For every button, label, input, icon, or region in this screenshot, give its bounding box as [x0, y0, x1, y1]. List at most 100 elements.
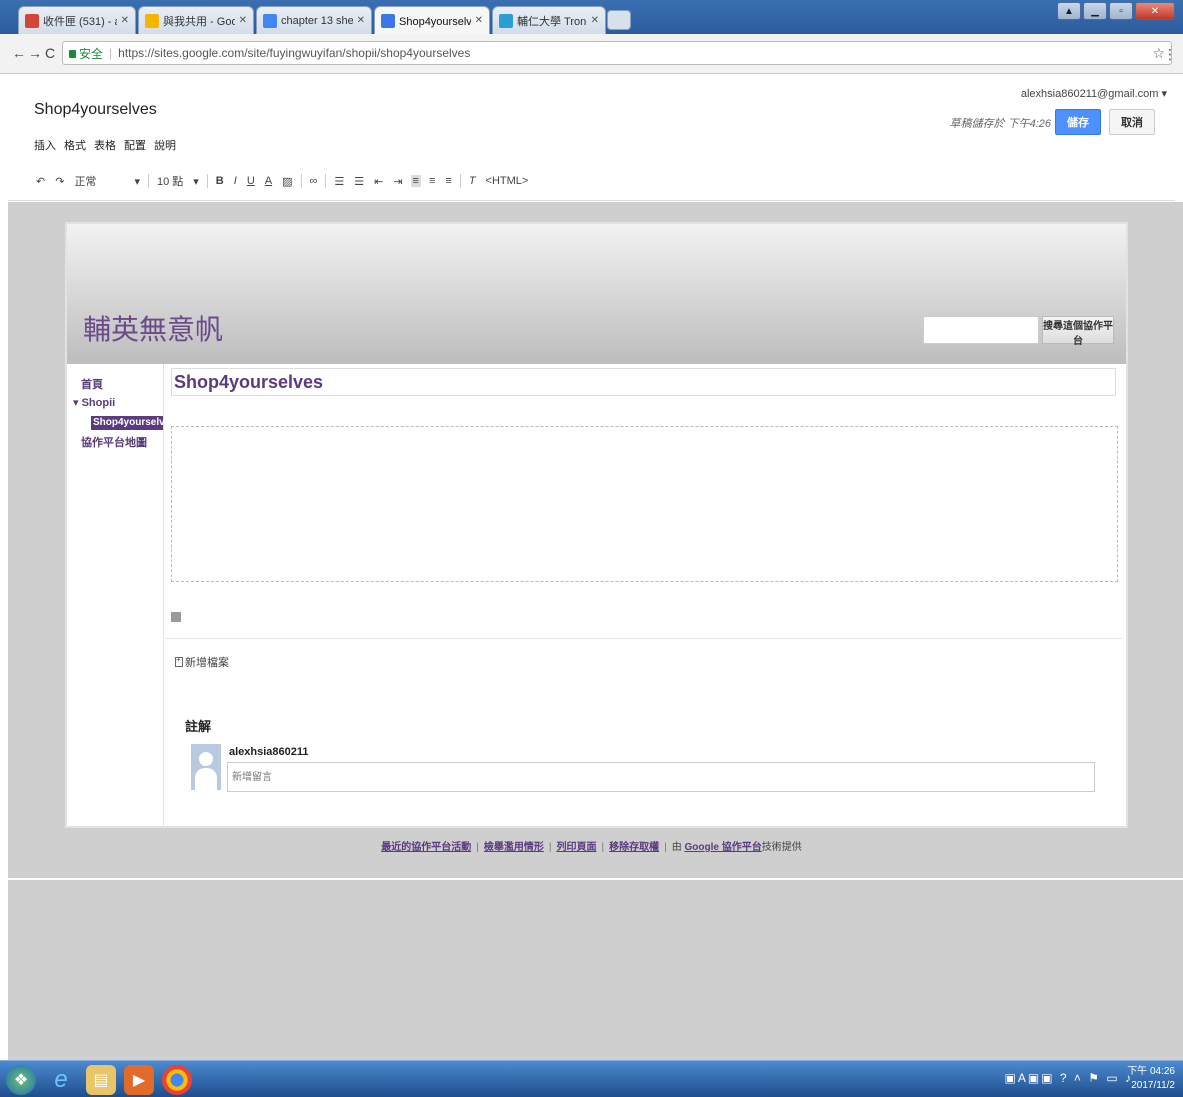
maximize-button[interactable]: ▫ — [1109, 2, 1133, 20]
sidebar-item-shopii[interactable]: ▾ Shopii — [73, 396, 115, 409]
site-search-input[interactable] — [923, 316, 1039, 344]
page-edit-area[interactable] — [171, 426, 1118, 582]
tab-title: Shop4yourselves - 輔英 — [399, 15, 471, 28]
windows-taskbar: ❖ e ▤ ▶ ▣A▣▣ ? ˄ ⚑ ▭ ♪ 下午 04:26 2017/11/… — [0, 1060, 1183, 1097]
add-file-link[interactable]: 新增檔案 — [175, 654, 229, 670]
sites-icon — [381, 13, 395, 28]
internet-explorer-icon[interactable]: e — [46, 1065, 76, 1095]
minimize-button[interactable]: ▁ — [1083, 2, 1107, 20]
account-menu[interactable]: alexhsia860211@gmail.com ▾ — [1021, 87, 1167, 100]
comment-input[interactable] — [227, 762, 1095, 792]
menu-help[interactable]: 說明 — [154, 137, 176, 153]
tronclass-icon — [499, 13, 513, 28]
google-sites-link[interactable]: Google 協作平台 — [684, 842, 761, 853]
close-icon[interactable]: ✕ — [239, 15, 247, 26]
editor-menubar: 插入 格式 表格 配置 說明 — [34, 137, 176, 153]
lock-icon — [69, 50, 76, 58]
forward-icon[interactable]: → — [28, 45, 42, 61]
address-bar[interactable]: 安全 | https://sites.google.com/site/fuyin… — [62, 41, 1172, 65]
menu-icon[interactable]: ⋮ — [1163, 46, 1177, 63]
format-toolbar: ↶ ↷ 正常 ▾ 10 點 ▾ B I U A ▨ ∞ ☰ ☰ ⇤ ⇥ ≡ ≡ … — [34, 171, 530, 191]
indent-icon[interactable]: ⇥ — [391, 175, 404, 188]
close-window-button[interactable]: ✕ — [1135, 2, 1175, 20]
tab-drive[interactable]: 與我共用 - Google 雲端 ✕ — [138, 6, 254, 34]
toolbar-divider — [147, 174, 149, 188]
editor-header: Shop4yourselves 插入 格式 表格 配置 說明 alexhsia8… — [8, 75, 1175, 201]
cancel-button[interactable]: 取消 — [1109, 109, 1155, 135]
close-icon[interactable]: ✕ — [475, 15, 483, 26]
underline-icon[interactable]: U — [245, 175, 257, 187]
footer-separator: | — [601, 842, 605, 853]
link-icon[interactable]: ∞ — [308, 175, 320, 187]
site-logo[interactable]: 輔英無意帆 — [83, 308, 223, 348]
print-page-link[interactable]: 列印頁面 — [556, 842, 596, 853]
divider — [165, 638, 1122, 639]
gmail-icon — [25, 13, 39, 28]
tab-gmail[interactable]: 收件匣 (531) - alexhsia8 ✕ — [18, 6, 136, 34]
site-search-button[interactable]: 搜尋這個協作平台 — [1042, 316, 1114, 347]
chevron-down-icon[interactable]: ▾ — [132, 175, 142, 188]
site-footer: 最近的協作平台活動 | 檢舉濫用情形 | 列印頁面 | 移除存取權 | 由 Google 協作平… — [0, 838, 1183, 853]
menu-format[interactable]: 格式 — [64, 137, 86, 153]
close-icon[interactable]: ✕ — [121, 15, 129, 26]
tab-title: chapter 13 sheet - Goo — [281, 14, 353, 27]
reload-icon[interactable]: C — [45, 45, 55, 61]
menu-insert[interactable]: 插入 — [34, 137, 56, 153]
text-color-icon[interactable]: A — [263, 175, 274, 187]
undo-icon[interactable]: ↶ — [34, 175, 47, 188]
site-container: 輔英無意帆 搜尋這個協作平台 首頁 ▾ Shopii Shop4yourselv… — [65, 222, 1128, 828]
site-header: 輔英無意帆 搜尋這個協作平台 — [67, 224, 1126, 364]
font-size-select[interactable]: 10 點 — [155, 173, 185, 189]
powered-by-suffix: 技術提供 — [761, 842, 802, 853]
tab-sheets[interactable]: chapter 13 sheet - Goo ✕ — [256, 6, 372, 34]
toolbar-divider — [206, 174, 208, 188]
menu-table[interactable]: 表格 — [94, 137, 116, 153]
close-icon[interactable]: ✕ — [357, 15, 365, 26]
recent-activity-link[interactable]: 最近的協作平台活動 — [381, 842, 471, 853]
numbered-list-icon[interactable]: ☰ — [332, 175, 346, 188]
footer-separator: | — [476, 842, 479, 853]
file-explorer-icon[interactable]: ▤ — [86, 1065, 116, 1095]
outdent-icon[interactable]: ⇤ — [372, 175, 385, 188]
tab-tronclass[interactable]: 輔仁大學 TronClass 平台 ✕ — [492, 6, 606, 34]
bold-icon[interactable]: B — [214, 175, 226, 187]
docs-icon — [263, 13, 277, 28]
start-button[interactable]: ❖ — [6, 1065, 36, 1095]
close-icon[interactable]: ✕ — [591, 15, 599, 26]
url-text: https://sites.google.com/site/fuyingwuyi… — [118, 46, 471, 60]
folder-icon — [171, 612, 181, 622]
chevron-down-icon[interactable]: ▾ — [191, 175, 201, 188]
window-controls: ▲ ▁ ▫ ✕ — [1057, 2, 1175, 20]
system-tray[interactable]: ▣A▣▣ ? ˄ ⚑ ▭ ♪ — [1005, 1071, 1133, 1085]
page-title-field[interactable]: Shop4yourselves — [171, 368, 1116, 396]
report-abuse-link[interactable]: 檢舉濫用情形 — [484, 842, 544, 853]
clear-format-icon[interactable]: T — [467, 175, 478, 187]
align-right-icon[interactable]: ≡ — [443, 175, 453, 187]
tab-title: 輔仁大學 TronClass 平台 — [517, 15, 587, 28]
menu-layout[interactable]: 配置 — [124, 137, 146, 153]
user-icon[interactable]: ▲ — [1057, 2, 1081, 20]
align-center-icon[interactable]: ≡ — [427, 175, 437, 187]
redo-icon[interactable]: ↷ — [53, 175, 66, 188]
bullet-list-icon[interactable]: ☰ — [352, 175, 366, 188]
highlight-icon[interactable]: ▨ — [280, 175, 294, 188]
tab-title: 與我共用 - Google 雲端 — [163, 15, 235, 28]
italic-icon[interactable]: I — [232, 175, 239, 187]
toolbar-divider — [300, 174, 302, 188]
sidebar-item-home[interactable]: 首頁 — [81, 376, 103, 392]
remove-access-link[interactable]: 移除存取權 — [609, 842, 659, 853]
taskbar-clock[interactable]: 下午 04:26 2017/11/2 — [1127, 1065, 1175, 1093]
sidebar-item-sitemap[interactable]: 協作平台地圖 — [81, 434, 147, 450]
tab-sites[interactable]: Shop4yourselves - 輔英 ✕ — [374, 6, 490, 34]
align-left-icon[interactable]: ≡ — [410, 175, 421, 187]
url-separator: | — [109, 46, 113, 60]
chrome-icon[interactable] — [162, 1065, 192, 1095]
html-button[interactable]: <HTML> — [484, 175, 531, 187]
sidebar-item-shop4yourselves[interactable]: Shop4yourselves — [91, 416, 176, 430]
back-icon[interactable]: ← — [12, 45, 26, 61]
new-tab-button[interactable] — [607, 10, 631, 30]
comments-heading: 註解 — [185, 719, 212, 734]
paragraph-style-select[interactable]: 正常 — [72, 173, 98, 189]
save-button[interactable]: 儲存 — [1055, 109, 1101, 135]
media-player-icon[interactable]: ▶ — [124, 1065, 154, 1095]
